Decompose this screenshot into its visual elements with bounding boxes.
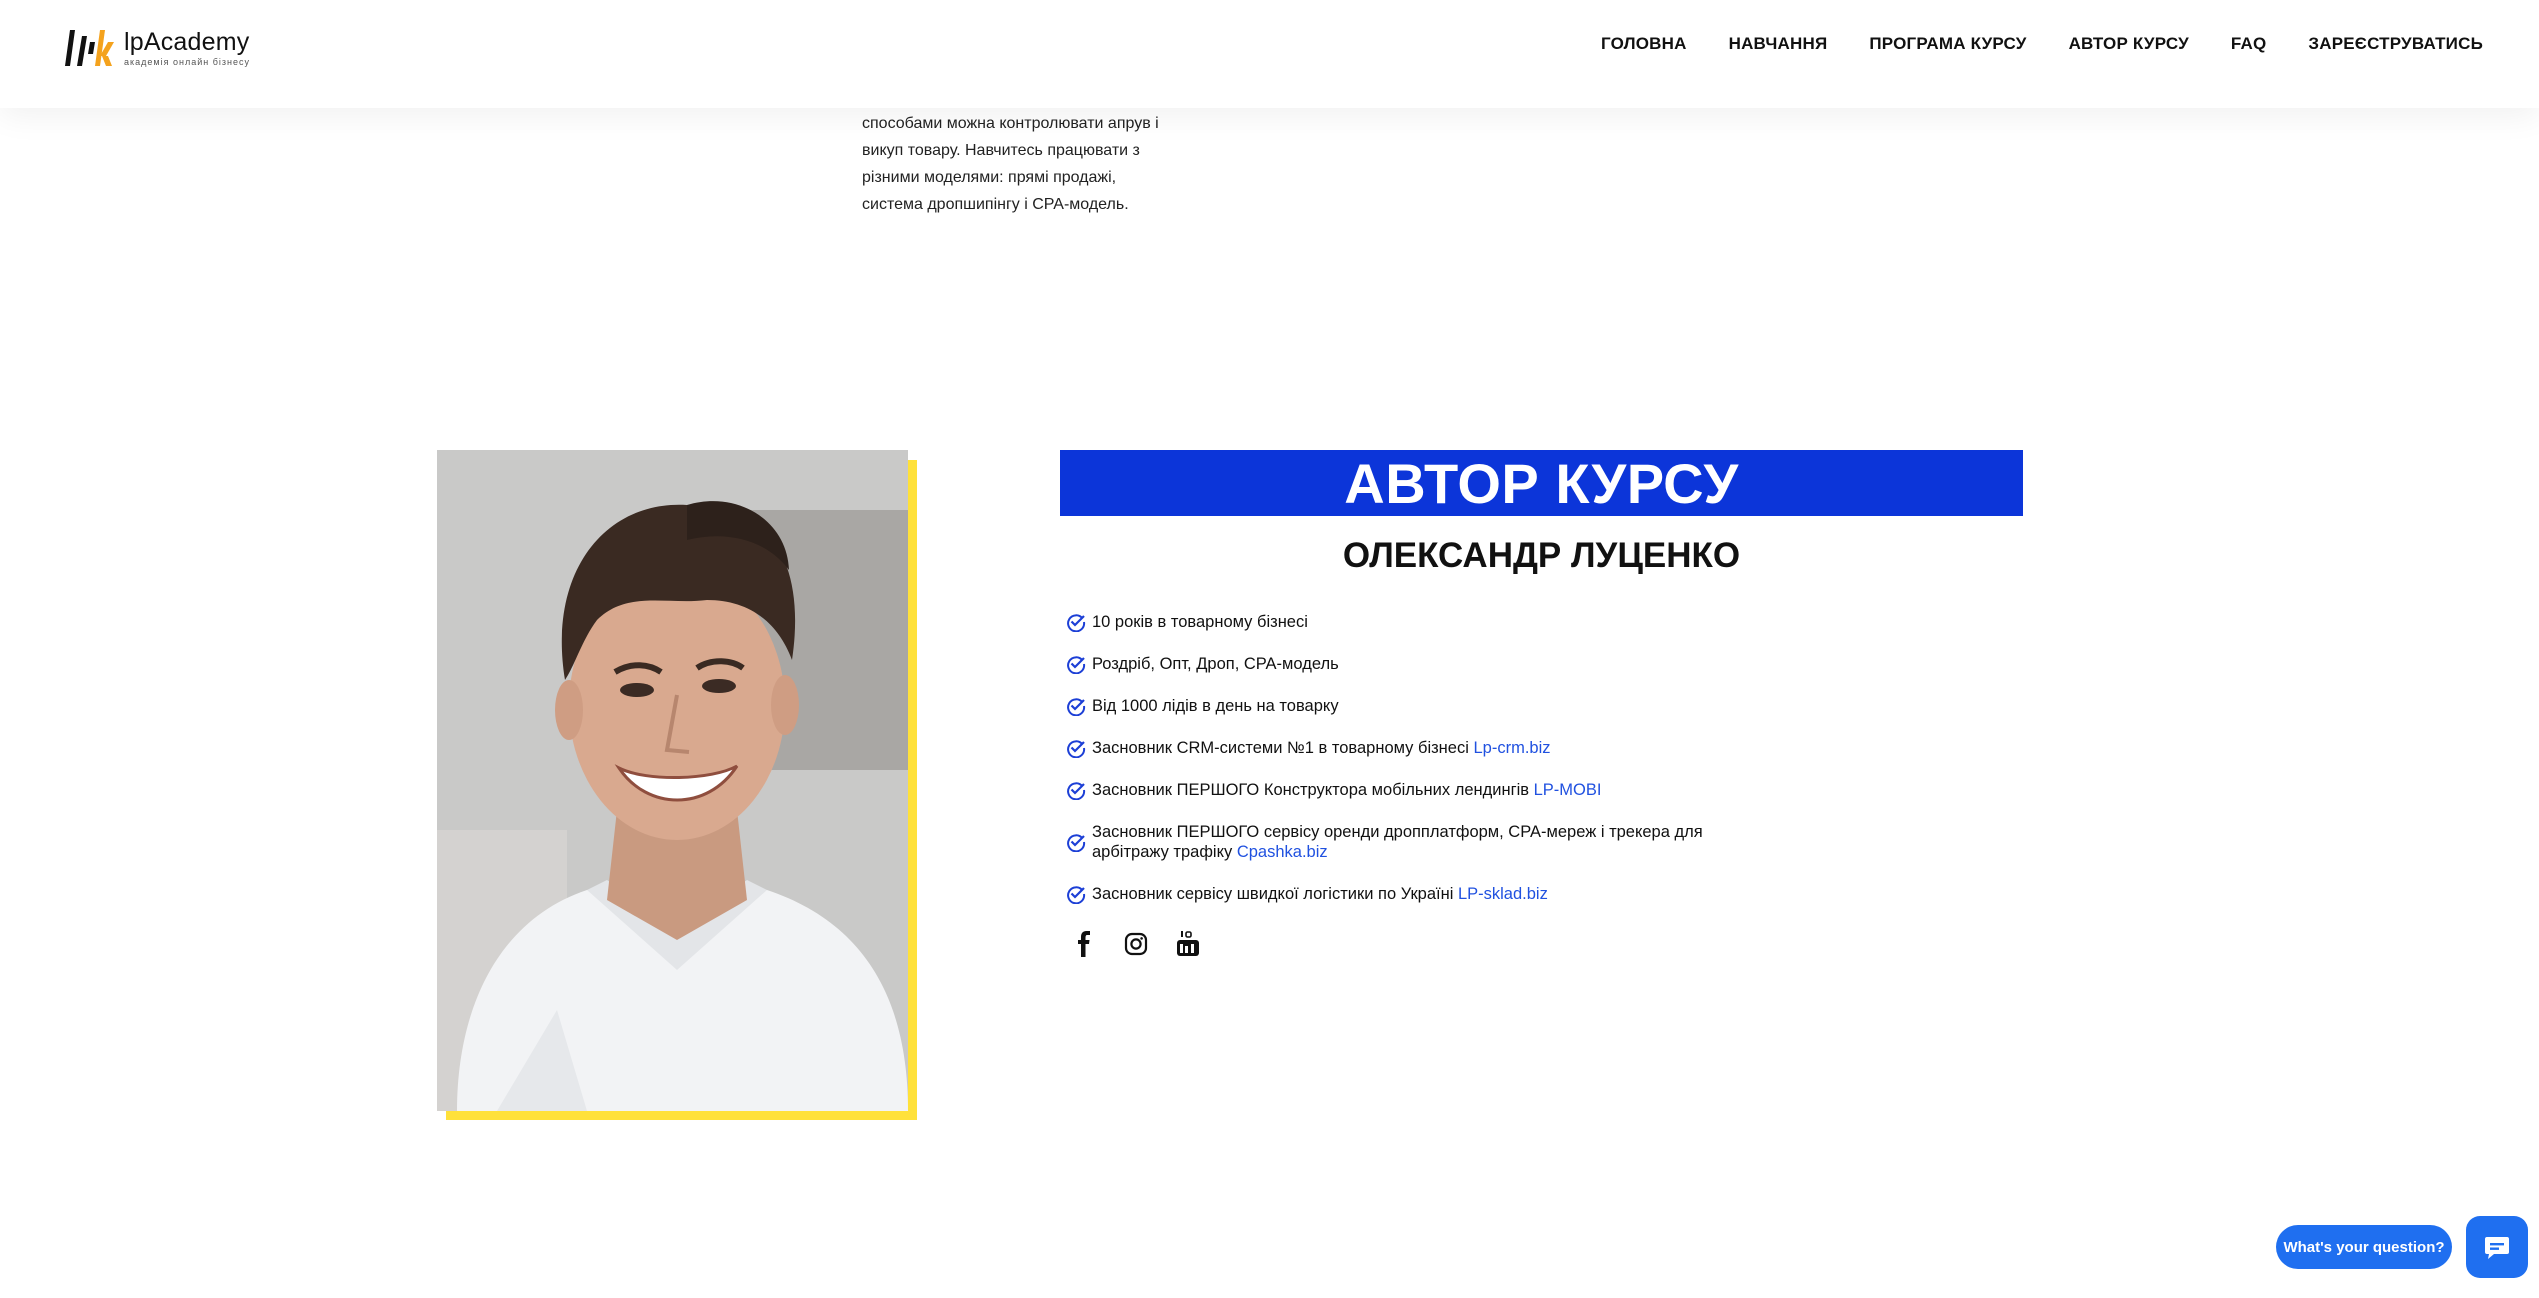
chat-prompt-bubble[interactable]: What's your question? [2276,1225,2452,1269]
main-nav: ГОЛОВНА НАВЧАННЯ ПРОГРАМА КУРСУ АВТОР КУ… [1601,0,2483,88]
fact-text: Засновник сервісу швидкої логістики по У… [1092,884,1548,904]
chat-button[interactable] [2466,1216,2528,1278]
nav-home[interactable]: ГОЛОВНА [1601,34,1687,54]
list-item: Від 1000 лідів в день на товарку [1066,696,1766,716]
fact-label: Засновник ПЕРШОГО Конструктора мобільних… [1092,781,1534,799]
list-item: Засновник ПЕРШОГО Конструктора мобільних… [1066,780,1766,800]
lp-sklad-link[interactable]: LP-sklad.biz [1458,885,1548,903]
fact-text: Засновник ПЕРШОГО Конструктора мобільних… [1092,780,1601,800]
fact-label: Засновник CRM-системи №1 в товарному біз… [1092,739,1474,757]
text-line: різними моделями: прямі продажі, [862,169,1117,186]
fact-label: Засновник сервісу швидкої логістики по У… [1092,885,1458,903]
author-photo [437,450,908,1111]
author-name: ОЛЕКСАНДР ЛУЦЕНКО [1342,536,1741,575]
fact-text: Засновник CRM-системи №1 в товарному біз… [1092,738,1551,758]
social-links [1070,930,1202,958]
logo-name: lpAcademy [124,28,250,56]
author-section-title: АВТОР КУРСУ [1344,451,1739,515]
check-circle-icon [1067,782,1086,800]
previous-section-text: способами можна контролювати апрув і вик… [862,110,1192,218]
list-item: Засновник сервісу швидкої логістики по У… [1066,884,1766,904]
check-circle-icon [1067,656,1086,674]
list-item: 10 років в товарному бізнесі [1066,612,1766,632]
list-item: Засновник CRM-системи №1 в товарному біз… [1066,738,1766,758]
lpacademy-logo-icon [65,30,114,66]
nav-course-program[interactable]: ПРОГРАМА КУРСУ [1869,34,2026,54]
check-circle-icon [1067,740,1086,758]
text-line: система дропшипінгу і CPA-модель. [862,196,1129,213]
author-section-banner: АВТОР КУРСУ [1060,450,2023,516]
list-item: Роздріб, Опт, Дроп, CPA-модель [1066,654,1766,674]
author-facts-list: 10 років в товарному бізнесі Роздріб, Оп… [1066,612,1766,926]
logo-text: lpAcademy академія онлайн бізнесу [124,29,250,67]
nav-learning[interactable]: НАВЧАННЯ [1729,34,1828,54]
logo[interactable]: lpAcademy академія онлайн бізнесу [62,22,250,74]
fact-text: Роздріб, Опт, Дроп, CPA-модель [1092,655,1339,673]
fact-text: 10 років в товарному бізнесі [1092,613,1308,631]
youtube-icon[interactable] [1174,930,1202,958]
site-header: lpAcademy академія онлайн бізнесу ГОЛОВН… [0,0,2539,108]
nav-faq[interactable]: FAQ [2231,34,2267,54]
author-photo-illustration [437,450,908,1111]
fact-text: Від 1000 лідів в день на товарку [1092,697,1339,715]
nav-course-author[interactable]: АВТОР КУРСУ [2069,34,2189,54]
fact-label: Засновник ПЕРШОГО сервісу оренди дроппла… [1092,823,1703,861]
cpashka-link[interactable]: Cpashka.biz [1237,843,1328,861]
facebook-icon[interactable] [1070,930,1098,958]
lp-crm-link[interactable]: Lp-crm.biz [1473,739,1550,757]
text-line: викуп товару. Навчитесь працювати з [862,142,1140,159]
chat-icon [2485,1237,2509,1259]
list-item: Засновник ПЕРШОГО сервісу оренди дроппла… [1066,822,1766,862]
text-line: способами можна контролювати апрув і [862,115,1159,132]
check-circle-icon [1067,698,1086,716]
instagram-icon[interactable] [1122,930,1150,958]
check-circle-icon [1067,614,1086,632]
lp-mobi-link[interactable]: LP-MOBI [1534,781,1602,799]
check-circle-icon [1067,886,1086,904]
check-circle-icon [1067,834,1086,852]
nav-register[interactable]: ЗАРЕЄСТРУВАТИСЬ [2308,34,2483,54]
fact-text: Засновник ПЕРШОГО сервісу оренди дроппла… [1092,822,1766,862]
logo-tagline: академія онлайн бізнесу [124,57,250,67]
